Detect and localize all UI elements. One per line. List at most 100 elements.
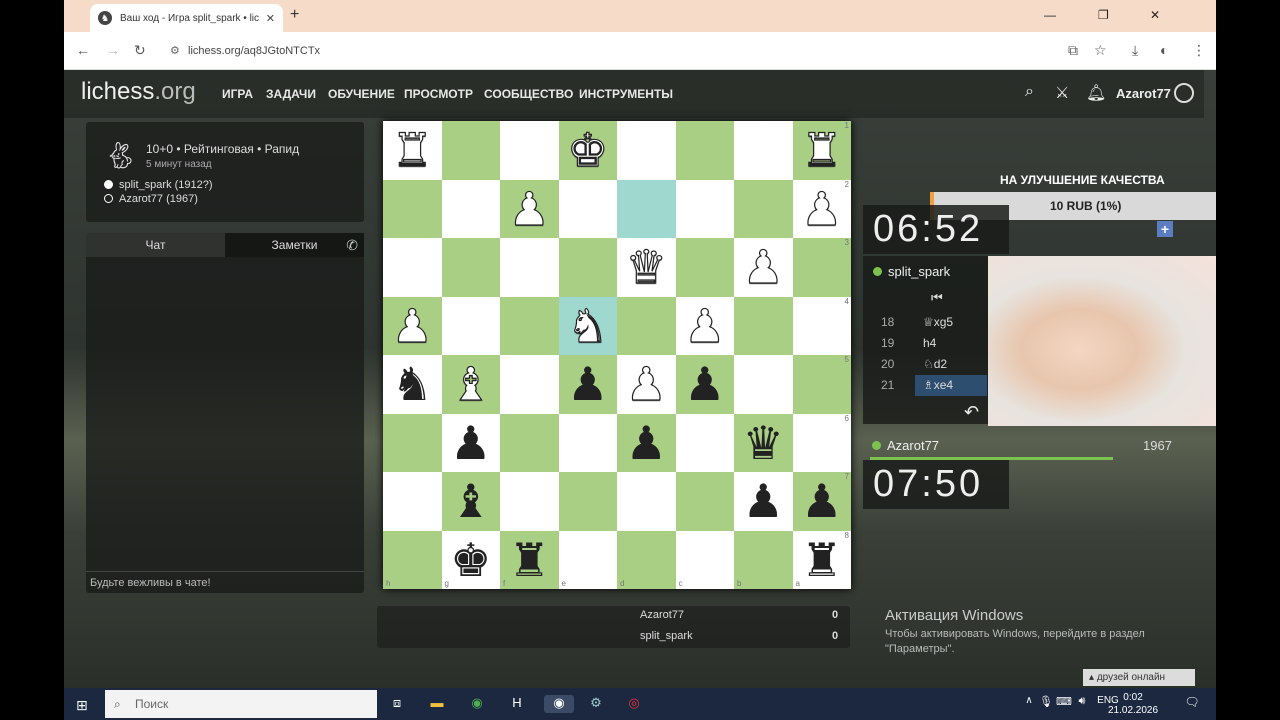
file-explorer-icon[interactable]: ▬ <box>427 695 447 713</box>
install-app-icon[interactable]: ⧉ <box>1068 42 1078 59</box>
board-square[interactable] <box>675 472 734 531</box>
nav-puzzles[interactable]: ЗАДАЧИ <box>266 87 316 101</box>
volume-icon[interactable]: 🔊︎ <box>1072 695 1092 713</box>
board-square[interactable] <box>558 238 617 297</box>
board-square[interactable]: ♟ <box>617 413 676 472</box>
board-square[interactable] <box>500 355 559 414</box>
move-san[interactable]: ♕xg5 <box>915 312 987 333</box>
site-logo[interactable]: lichess.org <box>81 78 196 106</box>
board-square[interactable]: ♟ <box>675 296 734 355</box>
board-square[interactable] <box>675 179 734 238</box>
board-square[interactable]: 4 <box>792 296 851 355</box>
board-square[interactable]: ♟ <box>558 355 617 414</box>
black-pawn-icon[interactable]: ♟ <box>743 478 784 524</box>
board-square[interactable]: ♝ <box>441 472 500 531</box>
board-square[interactable] <box>383 238 442 297</box>
white-pawn-icon[interactable]: ♟ <box>508 185 550 232</box>
minimize-button[interactable]: — <box>1044 8 1056 22</box>
white-pawn-icon[interactable]: ♟ <box>801 185 843 232</box>
white-pawn-icon[interactable]: ♟ <box>625 361 667 408</box>
board-square[interactable] <box>675 413 734 472</box>
board-square[interactable] <box>383 472 442 531</box>
board-square[interactable] <box>675 121 734 180</box>
move-row[interactable]: 19 h4 <box>863 333 988 354</box>
black-pawn-icon[interactable]: ♟ <box>450 420 491 466</box>
board-square[interactable] <box>441 296 500 355</box>
username-link[interactable]: Azarot77 <box>1116 86 1171 101</box>
black-rook-icon[interactable]: ♜ <box>801 537 842 583</box>
board-square[interactable]: ♜ 1 <box>792 121 851 180</box>
close-window-button[interactable]: ✕ <box>1150 8 1160 22</box>
board-square[interactable]: c <box>675 530 734 589</box>
search-icon[interactable]: ⌕ <box>1025 83 1034 101</box>
move-san[interactable]: ♘d2 <box>915 354 987 375</box>
mic-icon[interactable]: 🎙︎ <box>1036 695 1056 713</box>
back-icon[interactable]: ← <box>76 42 90 58</box>
board-square[interactable] <box>383 179 442 238</box>
reload-icon[interactable]: ↻ <box>134 42 146 59</box>
move-san[interactable]: ♗xe4 <box>915 375 987 396</box>
board-square[interactable]: e <box>558 530 617 589</box>
board-square[interactable] <box>500 472 559 531</box>
site-info-icon[interactable]: ⚙ <box>170 39 180 63</box>
move-row-active[interactable]: 21 ♗xe4 <box>863 375 988 396</box>
browser-tab[interactable]: ♞ Ваш ход - Игра split_spark • lic ✕ <box>90 4 283 32</box>
notification-icon[interactable]: 🗨︎ <box>1182 695 1202 713</box>
board-square[interactable] <box>617 121 676 180</box>
task-view-icon[interactable]: ⧈ <box>387 695 407 713</box>
takeback-icon[interactable]: ↶ <box>964 402 979 423</box>
app-icon[interactable]: H <box>507 695 527 713</box>
nav-watch[interactable]: ПРОСМОТР <box>404 87 473 101</box>
black-pawn-icon[interactable]: ♟ <box>684 361 725 407</box>
board-square[interactable] <box>441 179 500 238</box>
first-move-icon[interactable]: ⏮ <box>931 290 943 306</box>
board-square[interactable]: ♜ f <box>500 530 559 589</box>
board-square[interactable] <box>675 238 734 297</box>
white-knight-icon[interactable]: ♞ <box>567 302 609 349</box>
forward-icon[interactable]: → <box>106 42 120 58</box>
steam-icon[interactable]: ⚙ <box>586 695 606 713</box>
board-square[interactable] <box>500 413 559 472</box>
network-icon[interactable]: ⌨ <box>1054 695 1074 713</box>
board-square[interactable] <box>734 296 793 355</box>
menu-dots-icon[interactable]: ⋮ <box>1192 42 1206 59</box>
board-square[interactable] <box>383 413 442 472</box>
board-square[interactable] <box>734 121 793 180</box>
move-row[interactable]: 18 ♕xg5 <box>863 312 988 333</box>
obs-icon[interactable]: ◎ <box>624 695 644 713</box>
board-square[interactable]: ♟ <box>617 355 676 414</box>
board-square[interactable] <box>441 121 500 180</box>
board-square[interactable]: h <box>383 530 442 589</box>
phone-icon[interactable]: ✆ <box>346 237 358 254</box>
board-square[interactable]: ♜ 8 a <box>792 530 851 589</box>
board-square[interactable]: ♝ <box>441 355 500 414</box>
download-icon[interactable]: ⤓ <box>1132 42 1138 59</box>
nav-play[interactable]: ИГРА <box>222 87 253 101</box>
board-square[interactable]: ♟ 7 <box>792 472 851 531</box>
chrome-icon[interactable]: ◉ <box>467 695 487 713</box>
board-square[interactable]: ♟ <box>734 238 793 297</box>
taskbar-clock[interactable]: 0:02 21.02.2026 <box>1108 691 1158 717</box>
black-pawn-icon[interactable]: ♟ <box>567 361 608 407</box>
swords-icon[interactable]: ⚔ <box>1055 83 1069 103</box>
board-square[interactable]: 5 <box>792 355 851 414</box>
taskbar-search[interactable]: ⌕ Поиск <box>105 690 377 718</box>
board-square[interactable]: d <box>617 530 676 589</box>
add-time-button[interactable]: + <box>1157 221 1173 237</box>
white-queen-icon[interactable]: ♛ <box>625 244 667 291</box>
tab-chat[interactable]: Чат <box>86 233 225 257</box>
black-king-icon[interactable]: ♚ <box>450 537 491 583</box>
board-square[interactable]: ♟ <box>734 472 793 531</box>
bookmark-star-icon[interactable]: ☆ <box>1094 42 1107 59</box>
black-pawn-icon[interactable]: ♟ <box>801 478 842 524</box>
black-rook-icon[interactable]: ♜ <box>509 537 550 583</box>
chat-input[interactable]: Будьте вежливы в чате! <box>86 571 364 593</box>
tab-notes[interactable]: Заметки <box>225 233 364 257</box>
board-square[interactable]: 3 <box>792 238 851 297</box>
board-square[interactable] <box>617 179 676 238</box>
board-square[interactable]: 6 <box>792 413 851 472</box>
close-tab-icon[interactable]: ✕ <box>266 12 275 25</box>
board-square[interactable] <box>617 472 676 531</box>
black-player-row[interactable]: Azarot77 (1967) <box>104 193 198 205</box>
board-square[interactable] <box>500 238 559 297</box>
